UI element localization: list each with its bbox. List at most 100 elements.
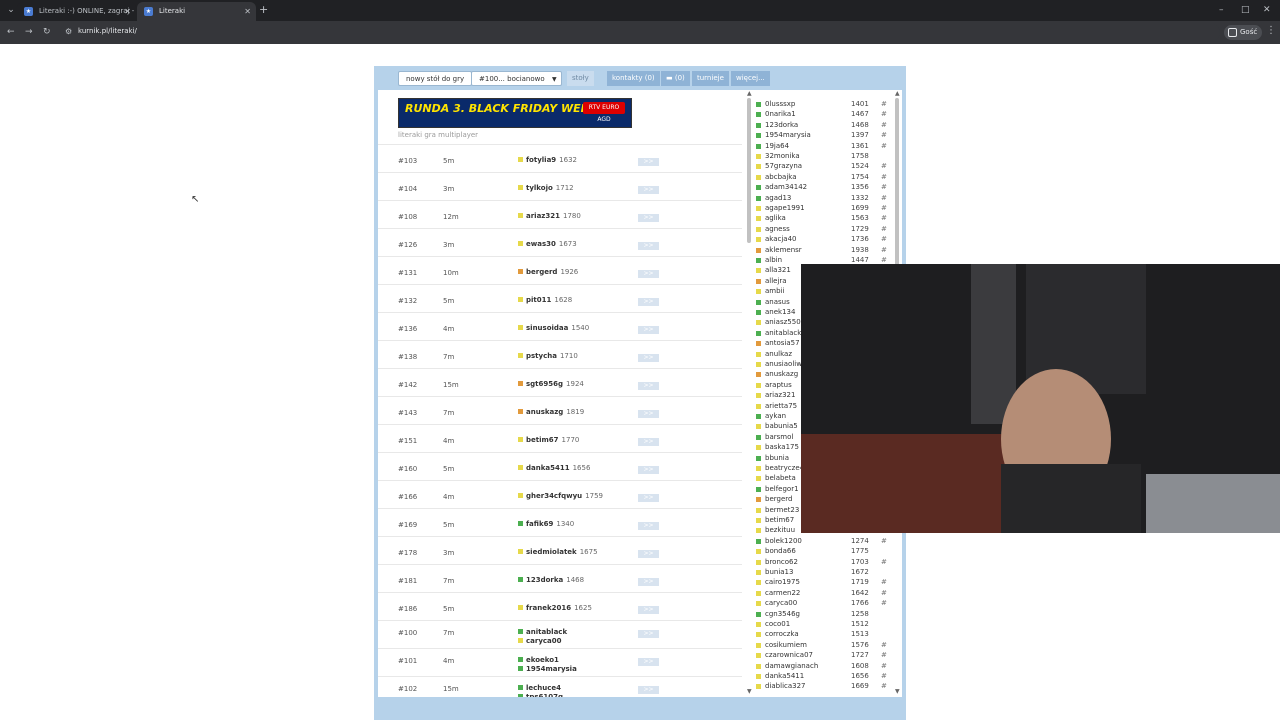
player-entry[interactable]: 1954marysia: [518, 665, 577, 674]
browser-tab-literaki[interactable]: ★ Literaki ✕: [137, 2, 256, 21]
user-row[interactable]: adam34142 1356 #: [756, 182, 896, 192]
table-row[interactable]: #160 5m danka5411 1656 >>: [378, 452, 742, 480]
user-row[interactable]: agad13 1332 #: [756, 193, 896, 203]
room-select[interactable]: #100... bocianowo ▼: [471, 71, 562, 86]
user-row[interactable]: corroczka 1513: [756, 629, 896, 639]
table-row[interactable]: #143 7m anuskazg 1819 >>: [378, 396, 742, 424]
user-row[interactable]: 57grazyna 1524 #: [756, 161, 896, 171]
join-table-button[interactable]: >>: [638, 438, 659, 446]
join-table-button[interactable]: >>: [638, 494, 659, 502]
user-row[interactable]: agness 1729 #: [756, 224, 896, 234]
table-row[interactable]: #100 7m anitablack caryca00 >>: [378, 620, 742, 648]
user-row[interactable]: aklemensr 1938 #: [756, 245, 896, 255]
table-row[interactable]: #108 12m ariaz321 1780 >>: [378, 200, 742, 228]
player-entry[interactable]: bergerd 1926: [518, 268, 578, 277]
scroll-up-icon[interactable]: ▲: [747, 90, 752, 97]
player-entry[interactable]: franek2016 1625: [518, 604, 592, 613]
player-entry[interactable]: ewas30 1673: [518, 240, 577, 249]
player-entry[interactable]: caryca00: [518, 637, 567, 646]
close-window-button[interactable]: ✕: [1263, 3, 1271, 17]
player-entry[interactable]: lechuce4: [518, 684, 563, 693]
tab-messages[interactable]: ▬ (0): [661, 71, 690, 86]
user-row[interactable]: cgn3546g 1258: [756, 609, 896, 619]
site-info-icon[interactable]: ⚙: [65, 27, 72, 36]
new-table-button[interactable]: nowy stół do gry: [398, 71, 473, 86]
join-table-button[interactable]: >>: [638, 214, 659, 222]
player-entry[interactable]: anuskazg 1819: [518, 408, 584, 417]
table-row[interactable]: #126 3m ewas30 1673 >>: [378, 228, 742, 256]
join-table-button[interactable]: >>: [638, 606, 659, 614]
user-row[interactable]: 123dorka 1468 #: [756, 120, 896, 130]
table-row[interactable]: #101 4m ekoeko1 1954marysia >>: [378, 648, 742, 676]
table-row[interactable]: #178 3m siedmiolatek 1675 >>: [378, 536, 742, 564]
join-table-button[interactable]: >>: [638, 382, 659, 390]
player-entry[interactable]: ariaz321 1780: [518, 212, 581, 221]
tab-contacts[interactable]: kontakty (0): [607, 71, 660, 86]
join-table-button[interactable]: >>: [638, 326, 659, 334]
user-row[interactable]: cosikumiem 1576 #: [756, 640, 896, 650]
table-row[interactable]: #151 4m betim67 1770 >>: [378, 424, 742, 452]
table-row[interactable]: #142 15m sgt6956g 1924 >>: [378, 368, 742, 396]
player-entry[interactable]: danka5411 1656: [518, 464, 590, 473]
user-row[interactable]: damawgianach 1608 #: [756, 661, 896, 671]
table-row[interactable]: #136 4m sinusoidaa 1540 >>: [378, 312, 742, 340]
join-table-button[interactable]: >>: [638, 186, 659, 194]
table-row[interactable]: #131 10m bergerd 1926 >>: [378, 256, 742, 284]
scroll-up-icon[interactable]: ▲: [895, 90, 900, 97]
join-table-button[interactable]: >>: [638, 298, 659, 306]
maximize-button[interactable]: □: [1241, 3, 1250, 17]
user-row[interactable]: carmen22 1642 #: [756, 588, 896, 598]
user-row[interactable]: bolek1200 1274 #: [756, 536, 896, 546]
table-row[interactable]: #169 5m fafik69 1340 >>: [378, 508, 742, 536]
back-icon[interactable]: ←: [7, 25, 15, 39]
player-entry[interactable]: fafik69 1340: [518, 520, 574, 529]
table-row[interactable]: #138 7m pstycha 1710 >>: [378, 340, 742, 368]
player-entry[interactable]: ekoeko1: [518, 656, 577, 665]
player-entry[interactable]: 123dorka 1468: [518, 576, 584, 585]
browser-menu-icon[interactable]: ⋮: [1266, 25, 1276, 36]
user-row[interactable]: akacja40 1736 #: [756, 234, 896, 244]
tab-tournaments[interactable]: turnieje: [692, 71, 729, 86]
table-row[interactable]: #132 5m pit011 1628 >>: [378, 284, 742, 312]
user-row[interactable]: 32monika 1758: [756, 151, 896, 161]
join-table-button[interactable]: >>: [638, 158, 659, 166]
join-table-button[interactable]: >>: [638, 686, 659, 694]
join-table-button[interactable]: >>: [638, 630, 659, 638]
close-tab-icon[interactable]: ✕: [124, 2, 131, 21]
user-row[interactable]: czarownica07 1727 #: [756, 650, 896, 660]
user-row[interactable]: diablica327 1669 #: [756, 681, 896, 691]
table-row[interactable]: #166 4m gher34cfqwyu 1759 >>: [378, 480, 742, 508]
table-row[interactable]: #186 5m franek2016 1625 >>: [378, 592, 742, 620]
user-row[interactable]: 1954marysia 1397 #: [756, 130, 896, 140]
player-entry[interactable]: tps6107g: [518, 693, 563, 697]
join-table-button[interactable]: >>: [638, 466, 659, 474]
player-entry[interactable]: siedmiolatek 1675: [518, 548, 598, 557]
join-table-button[interactable]: >>: [638, 550, 659, 558]
user-row[interactable]: caryca00 1766 #: [756, 598, 896, 608]
user-row[interactable]: bronco62 1703 #: [756, 557, 896, 567]
join-table-button[interactable]: >>: [638, 270, 659, 278]
player-entry[interactable]: tylkojo 1712: [518, 184, 574, 193]
user-row[interactable]: aglika 1563 #: [756, 213, 896, 223]
close-tab-icon[interactable]: ✕: [244, 2, 251, 21]
user-row[interactable]: abcbajka 1754 #: [756, 172, 896, 182]
url-input[interactable]: ⚙ kurnik.pl/literaki/: [60, 24, 1220, 41]
join-table-button[interactable]: >>: [638, 658, 659, 666]
scroll-thumb[interactable]: [747, 98, 751, 243]
scroll-down-icon[interactable]: ▼: [747, 688, 752, 695]
player-entry[interactable]: anitablack: [518, 628, 567, 637]
table-row[interactable]: #104 3m tylkojo 1712 >>: [378, 172, 742, 200]
table-row[interactable]: #102 15m lechuce4 tps6107g >>: [378, 676, 742, 697]
player-entry[interactable]: betim67 1770: [518, 436, 579, 445]
tab-more[interactable]: więcej...: [731, 71, 770, 86]
minimize-button[interactable]: –: [1219, 3, 1224, 17]
user-row[interactable]: 0lusssxp 1401 #: [756, 99, 896, 109]
join-table-button[interactable]: >>: [638, 354, 659, 362]
user-row[interactable]: bonda66 1775: [756, 546, 896, 556]
join-table-button[interactable]: >>: [638, 522, 659, 530]
tab-tables[interactable]: stoły: [567, 71, 594, 86]
profile-button[interactable]: Gość: [1224, 25, 1263, 40]
user-row[interactable]: 19ja64 1361 #: [756, 141, 896, 151]
join-table-button[interactable]: >>: [638, 410, 659, 418]
new-tab-button[interactable]: +: [259, 3, 268, 17]
